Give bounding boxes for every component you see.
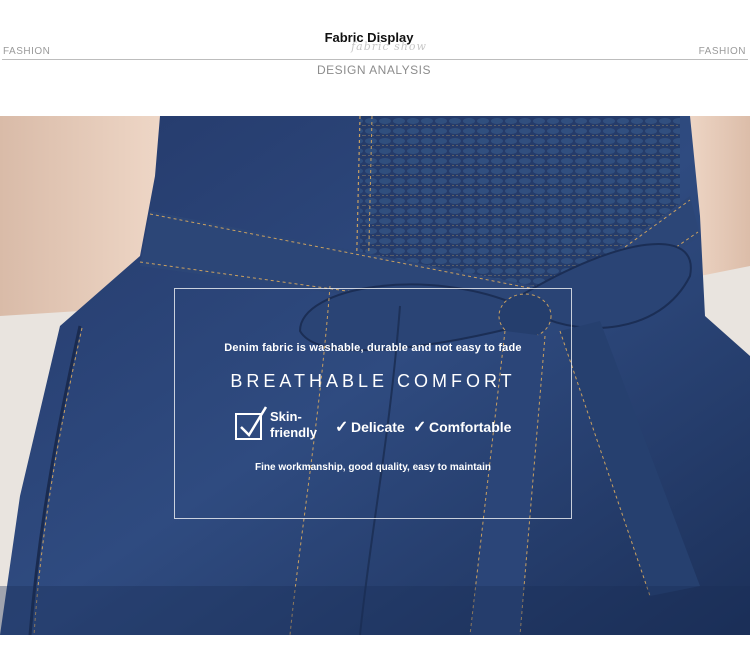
feature-list: Skin- friendly ✓ Delicate ✓ Comfortable [235, 406, 535, 445]
section-header: FASHION FASHION Fabric Display fabric sh… [0, 0, 750, 116]
big-check-icon [240, 406, 268, 438]
feature-skin-friendly-line2: friendly [270, 425, 317, 440]
check-icon: ✓ [335, 419, 349, 436]
feature-skin-friendly-line1: Skin- [270, 409, 302, 424]
fabric-quality-note: Fine workmanship, good quality, easy to … [255, 462, 491, 473]
fabric-headline: BREATHABLE COMFORT [230, 371, 516, 391]
check-icon: ✓ [413, 419, 427, 436]
fabric-description: Denim fabric is washable, durable and no… [224, 342, 522, 354]
section-script-text: fabric show [351, 40, 427, 53]
feature-delicate: Delicate [351, 419, 405, 435]
section-subtitle: DESIGN ANALYSIS [317, 63, 431, 77]
header-divider [2, 59, 748, 60]
fabric-info-box: Denim fabric is washable, durable and no… [174, 288, 572, 519]
section-footer [0, 635, 750, 663]
feature-comfortable: Comfortable [429, 419, 512, 435]
checkbox-icon [235, 406, 268, 440]
feature-skin-friendly: Skin- friendly [270, 409, 317, 441]
